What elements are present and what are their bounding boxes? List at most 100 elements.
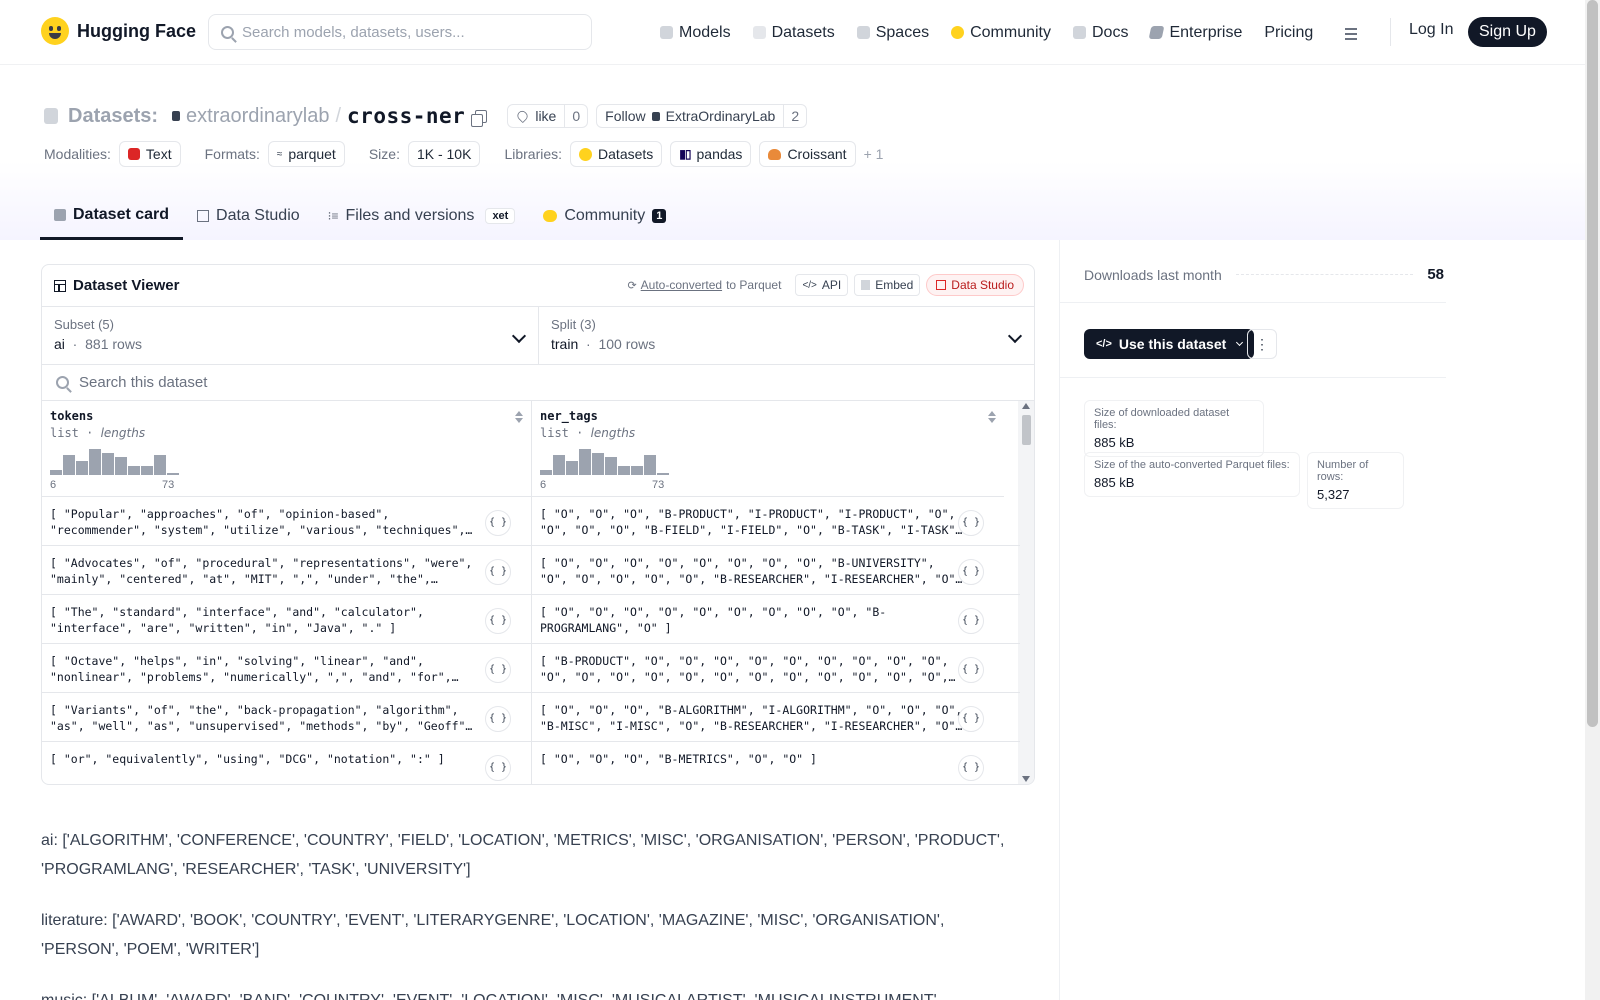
library-tag-pandas[interactable]: ▮▯ pandas: [670, 141, 752, 167]
split-select[interactable]: Split (3) train · 100 rows: [538, 307, 1034, 364]
library-tag-croissant[interactable]: Croissant: [759, 141, 856, 167]
brand-logo[interactable]: Hugging Face: [41, 17, 196, 45]
table-cell-ner-tags[interactable]: [ "O", "O", "O", "O", "O", "O", "O", "O"…: [532, 596, 1004, 644]
table-row[interactable]: [ "Advocates", "of", "procedural", "repr…: [42, 547, 1020, 595]
nav-datasets[interactable]: Datasets: [752, 24, 835, 42]
data-studio-button[interactable]: Data Studio: [926, 274, 1024, 296]
json-view-icon[interactable]: { }: [485, 510, 511, 536]
table-cell-ner-tags[interactable]: [ "O", "O", "O", "B-METRICS", "O", "O" ]…: [532, 743, 1004, 784]
json-view-icon[interactable]: { }: [958, 608, 984, 634]
json-view-icon[interactable]: { }: [485, 559, 511, 585]
table-row[interactable]: [ "or", "equivalently", "using", "DCG", …: [42, 743, 1020, 784]
table-cell-tokens[interactable]: [ "The", "standard", "interface", "and",…: [42, 596, 531, 644]
histogram-bar[interactable]: [167, 473, 179, 475]
table-cell-tokens[interactable]: [ "Advocates", "of", "procedural", "repr…: [42, 547, 531, 595]
sort-icon[interactable]: [515, 411, 523, 423]
json-view-icon[interactable]: { }: [485, 706, 511, 732]
dataset-name[interactable]: cross-ner: [347, 104, 465, 128]
histogram-bar[interactable]: [128, 466, 140, 475]
json-view-icon[interactable]: { }: [485, 755, 511, 781]
json-view-icon[interactable]: { }: [958, 755, 984, 781]
table-row[interactable]: [ "Octave", "helps", "in", "solving", "l…: [42, 645, 1020, 693]
column-header-ner-tags[interactable]: ner_tags list · lengths 6 73: [532, 401, 1004, 497]
histogram-bar[interactable]: [579, 449, 591, 475]
sort-icon[interactable]: [988, 411, 996, 423]
page-scrollbar[interactable]: [1585, 0, 1600, 1000]
like-button[interactable]: like 0: [507, 104, 589, 128]
nav-models[interactable]: Models: [660, 24, 731, 42]
histogram-bar[interactable]: [63, 455, 75, 475]
json-view-icon[interactable]: { }: [958, 510, 984, 536]
split-value: train: [551, 336, 579, 352]
nav-community[interactable]: Community: [951, 24, 1051, 42]
histogram-bar[interactable]: [566, 461, 578, 475]
tab-dataset-card[interactable]: Dataset card: [40, 192, 184, 240]
modality-tag[interactable]: Text: [118, 141, 181, 167]
table-row[interactable]: [ "Popular", "approaches", "of", "opinio…: [42, 498, 1020, 546]
histogram-bar[interactable]: [540, 470, 552, 475]
scroll-thumb[interactable]: [1022, 415, 1031, 445]
tab-data-studio[interactable]: Data Studio: [183, 192, 314, 240]
dataset-owner[interactable]: extraordinarylab: [186, 105, 329, 128]
json-view-icon[interactable]: { }: [485, 657, 511, 683]
use-dataset-button[interactable]: </> Use this dataset: [1084, 329, 1255, 359]
histogram-bar[interactable]: [89, 449, 101, 475]
histogram-bar[interactable]: [141, 466, 153, 475]
embed-button[interactable]: Embed: [854, 274, 921, 296]
histogram-bar[interactable]: [76, 461, 88, 475]
more-menu-icon[interactable]: [1337, 26, 1358, 40]
table-cell-tokens[interactable]: [ "Popular", "approaches", "of", "opinio…: [42, 498, 531, 546]
dataset-search[interactable]: [42, 365, 1034, 401]
format-tag[interactable]: ≈ parquet: [267, 141, 345, 167]
heart-icon: [515, 108, 530, 124]
histogram-bar[interactable]: [553, 455, 565, 475]
histogram-bar[interactable]: [115, 457, 127, 475]
column-header-tokens[interactable]: tokens list · lengths 6 73: [42, 401, 531, 497]
histogram-bar[interactable]: [154, 455, 166, 475]
size-tag[interactable]: 1K - 10K: [407, 141, 481, 167]
signup-button[interactable]: Sign Up: [1468, 17, 1547, 47]
library-tag-datasets[interactable]: Datasets: [570, 141, 663, 167]
tab-files[interactable]: ⁝≡ Files and versions xet: [314, 192, 530, 240]
nav-spaces[interactable]: Spaces: [856, 24, 929, 42]
nav-enterprise[interactable]: Enterprise: [1149, 24, 1242, 42]
json-view-icon[interactable]: { }: [958, 706, 984, 732]
histogram-bar[interactable]: [592, 453, 604, 475]
follow-button[interactable]: Follow ExtraOrdinaryLab 2: [596, 104, 808, 128]
histogram-bar[interactable]: [618, 466, 630, 475]
subset-select[interactable]: Subset (5) ai · 881 rows: [42, 307, 538, 364]
histogram-bar[interactable]: [605, 457, 617, 475]
table-scrollbar[interactable]: [1018, 401, 1034, 784]
more-options-button[interactable]: ⋮: [1247, 329, 1277, 359]
table-cell-ner-tags[interactable]: [ "O", "O", "O", "B-PRODUCT", "I-PRODUCT…: [532, 498, 1004, 546]
nav-docs[interactable]: Docs: [1073, 24, 1128, 42]
datasets-prefix[interactable]: Datasets:: [68, 105, 158, 128]
global-search-input[interactable]: [242, 23, 572, 41]
histogram-bar[interactable]: [644, 455, 656, 475]
histogram-bar[interactable]: [657, 473, 669, 475]
table-cell-ner-tags[interactable]: [ "O", "O", "O", "B-ALGORITHM", "I-ALGOR…: [532, 694, 1004, 742]
table-cell-tokens[interactable]: [ "or", "equivalently", "using", "DCG", …: [42, 743, 531, 784]
table-row[interactable]: [ "The", "standard", "interface", "and",…: [42, 596, 1020, 644]
dataset-search-input[interactable]: [79, 374, 679, 391]
login-link[interactable]: Log In: [1409, 21, 1453, 39]
nav-pricing[interactable]: Pricing: [1264, 24, 1313, 42]
table-row[interactable]: [ "Variants", "of", "the", "back-propaga…: [42, 694, 1020, 742]
histogram-bar[interactable]: [102, 453, 114, 475]
histogram-bar[interactable]: [631, 466, 643, 475]
more-libraries[interactable]: + 1: [864, 146, 884, 162]
copy-icon[interactable]: [471, 109, 488, 127]
json-view-icon[interactable]: { }: [958, 559, 984, 585]
global-search[interactable]: [208, 14, 592, 50]
table-cell-tokens[interactable]: [ "Variants", "of", "the", "back-propaga…: [42, 694, 531, 742]
json-view-icon[interactable]: { }: [958, 657, 984, 683]
auto-converted-link[interactable]: Auto-converted: [641, 278, 722, 292]
page-scroll-thumb[interactable]: [1587, 0, 1598, 727]
table-cell-tokens[interactable]: [ "Octave", "helps", "in", "solving", "l…: [42, 645, 531, 693]
table-cell-ner-tags[interactable]: [ "O", "O", "O", "O", "O", "O", "O", "O"…: [532, 547, 1004, 595]
table-cell-ner-tags[interactable]: [ "B-PRODUCT", "O", "O", "O", "O", "O", …: [532, 645, 1004, 693]
json-view-icon[interactable]: { }: [485, 608, 511, 634]
api-button[interactable]: </> API: [795, 274, 849, 296]
tab-community[interactable]: Community 1: [529, 192, 680, 240]
histogram-bar[interactable]: [50, 470, 62, 475]
